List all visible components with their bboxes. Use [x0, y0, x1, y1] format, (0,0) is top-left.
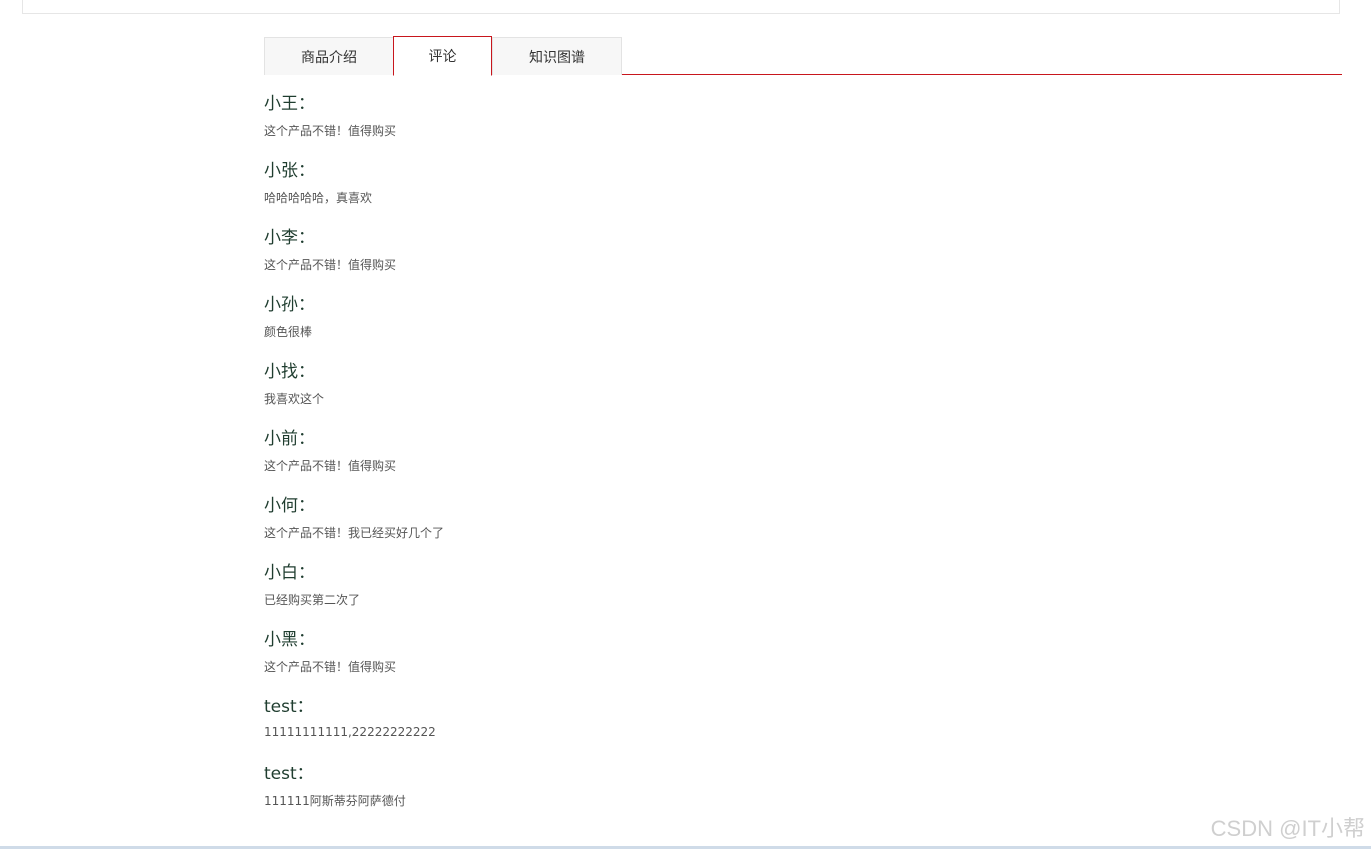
comment-item: 小何： 这个产品不错！我已经买好几个了 — [264, 488, 1264, 555]
tab-product-intro[interactable]: 商品介绍 — [264, 37, 394, 75]
watermark: CSDN @IT小帮 — [1210, 816, 1365, 841]
comment-username: 小黑： — [264, 630, 315, 650]
comment-username: 小白： — [264, 563, 315, 583]
comment-username: test： — [264, 697, 314, 717]
comment-content: 这个产品不错！值得购买 — [264, 258, 397, 272]
comment-content: 已经购买第二次了 — [264, 593, 361, 607]
tab-knowledge-graph[interactable]: 知识图谱 — [492, 37, 622, 75]
comment-content: 颜色很棒 — [264, 325, 313, 339]
comment-username: test： — [264, 764, 314, 784]
comment-content: 这个产品不错！值得购买 — [264, 660, 397, 674]
comment-item: 小前： 这个产品不错！值得购买 — [264, 421, 1264, 488]
tab-bar: 商品介绍 评论 知识图谱 — [264, 36, 1342, 76]
comment-content: 这个产品不错！值得购买 — [264, 459, 397, 473]
comment-item: 小孙： 颜色很棒 — [264, 287, 1264, 354]
comment-username: 小王： — [264, 94, 315, 114]
comment-content: 111111阿斯蒂芬阿萨德付 — [264, 794, 406, 808]
comment-item: 小找： 我喜欢这个 — [264, 354, 1264, 421]
comment-content: 这个产品不错！我已经买好几个了 — [264, 526, 445, 540]
comment-content: 这个产品不错！值得购买 — [264, 124, 397, 138]
comment-content: 11111111111,22222222222 — [264, 725, 436, 739]
comment-item: test： 11111111111,22222222222 — [264, 689, 1264, 756]
comment-username: 小孙： — [264, 295, 315, 315]
comment-item: 小白： 已经购买第二次了 — [264, 555, 1264, 622]
comment-item: 小李： 这个产品不错！值得购买 — [264, 220, 1264, 287]
tab-comments[interactable]: 评论 — [393, 36, 492, 76]
comment-username: 小何： — [264, 496, 315, 516]
comment-item: 小张： 哈哈哈哈哈，真喜欢 — [264, 153, 1264, 220]
comment-content: 哈哈哈哈哈，真喜欢 — [264, 191, 373, 205]
comment-username: 小张： — [264, 161, 315, 181]
comment-username: 小前： — [264, 429, 315, 449]
comment-username: 小李： — [264, 228, 315, 248]
comment-item: 小黑： 这个产品不错！值得购买 — [264, 622, 1264, 689]
comment-item: 小王： 这个产品不错！值得购买 — [264, 86, 1264, 153]
comment-item: test： 111111阿斯蒂芬阿萨德付 — [264, 756, 1264, 823]
comment-username: 小找： — [264, 362, 315, 382]
comment-list: 小王： 这个产品不错！值得购买 小张： 哈哈哈哈哈，真喜欢 小李： 这个产品不错… — [264, 86, 1264, 823]
top-panel — [22, 0, 1340, 14]
comment-content: 我喜欢这个 — [264, 392, 325, 406]
